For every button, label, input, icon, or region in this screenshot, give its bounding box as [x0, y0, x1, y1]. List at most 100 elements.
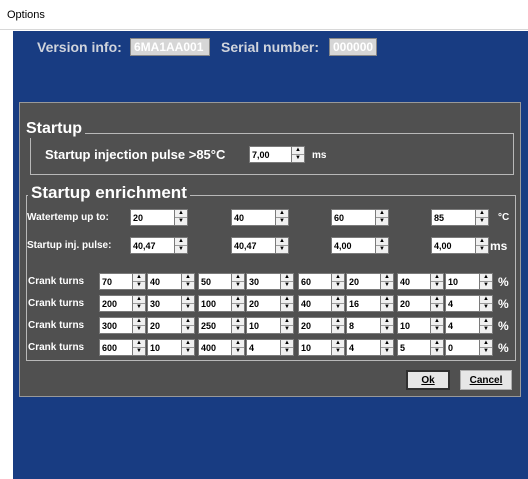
- crank-turns-spinner-r1c1a-value[interactable]: 70: [99, 273, 132, 290]
- crank-turns-spinner-r3c1b-value[interactable]: 20: [147, 317, 181, 334]
- spin-up-icon[interactable]: ▲: [376, 210, 388, 217]
- spin-up-icon[interactable]: ▲: [376, 238, 388, 245]
- crank-turns-spinner-r3c3b-value[interactable]: 8: [346, 317, 380, 334]
- spin-down-icon[interactable]: ▼: [281, 347, 293, 355]
- watertemp-spinner-2-value[interactable]: 40: [231, 209, 275, 226]
- spin-down-icon[interactable]: ▼: [480, 303, 492, 311]
- crank-turns-spinner-r4c1b-value[interactable]: 10: [147, 339, 181, 356]
- spin-down-icon[interactable]: ▼: [232, 303, 244, 311]
- spin-down-icon[interactable]: ▼: [431, 303, 443, 311]
- watertemp-spinner-4-value[interactable]: 85: [431, 209, 475, 226]
- crank-turns-spinner-r3c2a[interactable]: 250 ▲ ▼: [198, 317, 245, 334]
- spin-up-icon[interactable]: ▲: [281, 340, 293, 347]
- spin-up-icon[interactable]: ▲: [381, 274, 393, 281]
- spin-down-icon[interactable]: ▼: [376, 217, 388, 225]
- crank-turns-spinner-r2c1a[interactable]: 200 ▲ ▼: [99, 295, 146, 312]
- spin-up-icon[interactable]: ▲: [182, 274, 194, 281]
- spin-down-icon[interactable]: ▼: [175, 217, 187, 225]
- crank-turns-spinner-r1c4b-value[interactable]: 10: [445, 273, 479, 290]
- spin-up-icon[interactable]: ▲: [133, 274, 145, 281]
- spin-up-icon[interactable]: ▲: [381, 340, 393, 347]
- crank-turns-spinner-r4c1b[interactable]: 10 ▲ ▼: [147, 339, 195, 356]
- spin-up-icon[interactable]: ▲: [232, 296, 244, 303]
- crank-turns-spinner-r3c3a[interactable]: 20 ▲ ▼: [298, 317, 345, 334]
- crank-turns-spinner-r1c2b[interactable]: 30 ▲ ▼: [246, 273, 294, 290]
- spin-up-icon[interactable]: ▲: [281, 318, 293, 325]
- spin-up-icon[interactable]: ▲: [332, 296, 344, 303]
- crank-turns-spinner-r1c4a[interactable]: 40 ▲ ▼: [397, 273, 444, 290]
- spin-down-icon[interactable]: ▼: [332, 325, 344, 333]
- spin-down-icon[interactable]: ▼: [281, 281, 293, 289]
- startup-inj-pulse-spinner-1[interactable]: 40,47 ▲ ▼: [130, 237, 188, 254]
- ok-button[interactable]: Ok: [406, 370, 450, 390]
- startup-inj-pulse-spinner-3[interactable]: 4,00 ▲ ▼: [331, 237, 389, 254]
- spin-up-icon[interactable]: ▲: [332, 318, 344, 325]
- spin-up-icon[interactable]: ▲: [276, 210, 288, 217]
- cancel-button[interactable]: Cancel: [460, 370, 512, 390]
- spin-up-icon[interactable]: ▲: [332, 340, 344, 347]
- crank-turns-spinner-r4c3a[interactable]: 10 ▲ ▼: [298, 339, 345, 356]
- crank-turns-spinner-r2c4b[interactable]: 4 ▲ ▼: [445, 295, 493, 312]
- crank-turns-spinner-r4c2b-value[interactable]: 4: [246, 339, 280, 356]
- startup-pulse-spinner[interactable]: 7,00 ▲ ▼: [249, 146, 305, 163]
- spin-down-icon[interactable]: ▼: [292, 154, 304, 162]
- spin-down-icon[interactable]: ▼: [332, 347, 344, 355]
- crank-turns-spinner-r2c2b[interactable]: 20 ▲ ▼: [246, 295, 294, 312]
- startup-inj-pulse-spinner-2-value[interactable]: 40,47: [231, 237, 275, 254]
- crank-turns-spinner-r2c3b-value[interactable]: 16: [346, 295, 380, 312]
- crank-turns-spinner-r4c1a-value[interactable]: 600: [99, 339, 132, 356]
- crank-turns-spinner-r2c1b-value[interactable]: 30: [147, 295, 181, 312]
- spin-up-icon[interactable]: ▲: [431, 340, 443, 347]
- crank-turns-spinner-r4c3b-value[interactable]: 4: [346, 339, 380, 356]
- spin-down-icon[interactable]: ▼: [276, 245, 288, 253]
- spin-down-icon[interactable]: ▼: [381, 281, 393, 289]
- watertemp-spinner-3-value[interactable]: 60: [331, 209, 375, 226]
- spin-up-icon[interactable]: ▲: [480, 274, 492, 281]
- spin-up-icon[interactable]: ▲: [281, 274, 293, 281]
- spin-up-icon[interactable]: ▲: [232, 340, 244, 347]
- crank-turns-spinner-r1c1b-value[interactable]: 40: [147, 273, 181, 290]
- spin-up-icon[interactable]: ▲: [276, 238, 288, 245]
- spin-down-icon[interactable]: ▼: [376, 245, 388, 253]
- spin-down-icon[interactable]: ▼: [133, 347, 145, 355]
- spin-down-icon[interactable]: ▼: [431, 281, 443, 289]
- spin-up-icon[interactable]: ▲: [480, 296, 492, 303]
- spin-down-icon[interactable]: ▼: [480, 281, 492, 289]
- crank-turns-spinner-r4c4b[interactable]: 0 ▲ ▼: [445, 339, 493, 356]
- startup-inj-pulse-spinner-3-value[interactable]: 4,00: [331, 237, 375, 254]
- spin-up-icon[interactable]: ▲: [431, 318, 443, 325]
- spin-up-icon[interactable]: ▲: [480, 340, 492, 347]
- spin-up-icon[interactable]: ▲: [232, 318, 244, 325]
- spin-down-icon[interactable]: ▼: [133, 281, 145, 289]
- crank-turns-spinner-r4c2a-value[interactable]: 400: [198, 339, 231, 356]
- crank-turns-spinner-r2c4a[interactable]: 20 ▲ ▼: [397, 295, 444, 312]
- spin-up-icon[interactable]: ▲: [476, 210, 488, 217]
- watertemp-spinner-2[interactable]: 40 ▲ ▼: [231, 209, 289, 226]
- crank-turns-spinner-r3c2b[interactable]: 10 ▲ ▼: [246, 317, 294, 334]
- startup-pulse-value[interactable]: 7,00: [249, 146, 291, 163]
- spin-down-icon[interactable]: ▼: [133, 303, 145, 311]
- spin-up-icon[interactable]: ▲: [476, 238, 488, 245]
- spin-up-icon[interactable]: ▲: [133, 318, 145, 325]
- spin-up-icon[interactable]: ▲: [133, 340, 145, 347]
- watertemp-spinner-1-value[interactable]: 20: [130, 209, 174, 226]
- crank-turns-spinner-r4c2a[interactable]: 400 ▲ ▼: [198, 339, 245, 356]
- spin-down-icon[interactable]: ▼: [281, 303, 293, 311]
- spin-down-icon[interactable]: ▼: [175, 245, 187, 253]
- spin-down-icon[interactable]: ▼: [232, 325, 244, 333]
- crank-turns-spinner-r4c4b-value[interactable]: 0: [445, 339, 479, 356]
- crank-turns-spinner-r3c1a[interactable]: 300 ▲ ▼: [99, 317, 146, 334]
- crank-turns-spinner-r4c4a-value[interactable]: 5: [397, 339, 430, 356]
- spin-down-icon[interactable]: ▼: [381, 347, 393, 355]
- crank-turns-spinner-r1c2a-value[interactable]: 50: [198, 273, 231, 290]
- spin-up-icon[interactable]: ▲: [480, 318, 492, 325]
- spin-down-icon[interactable]: ▼: [476, 217, 488, 225]
- spin-down-icon[interactable]: ▼: [182, 325, 194, 333]
- crank-turns-spinner-r3c2b-value[interactable]: 10: [246, 317, 280, 334]
- crank-turns-spinner-r1c2a[interactable]: 50 ▲ ▼: [198, 273, 245, 290]
- crank-turns-spinner-r3c3a-value[interactable]: 20: [298, 317, 331, 334]
- crank-turns-spinner-r1c2b-value[interactable]: 30: [246, 273, 280, 290]
- crank-turns-spinner-r4c3a-value[interactable]: 10: [298, 339, 331, 356]
- spin-down-icon[interactable]: ▼: [431, 325, 443, 333]
- crank-turns-spinner-r2c2b-value[interactable]: 20: [246, 295, 280, 312]
